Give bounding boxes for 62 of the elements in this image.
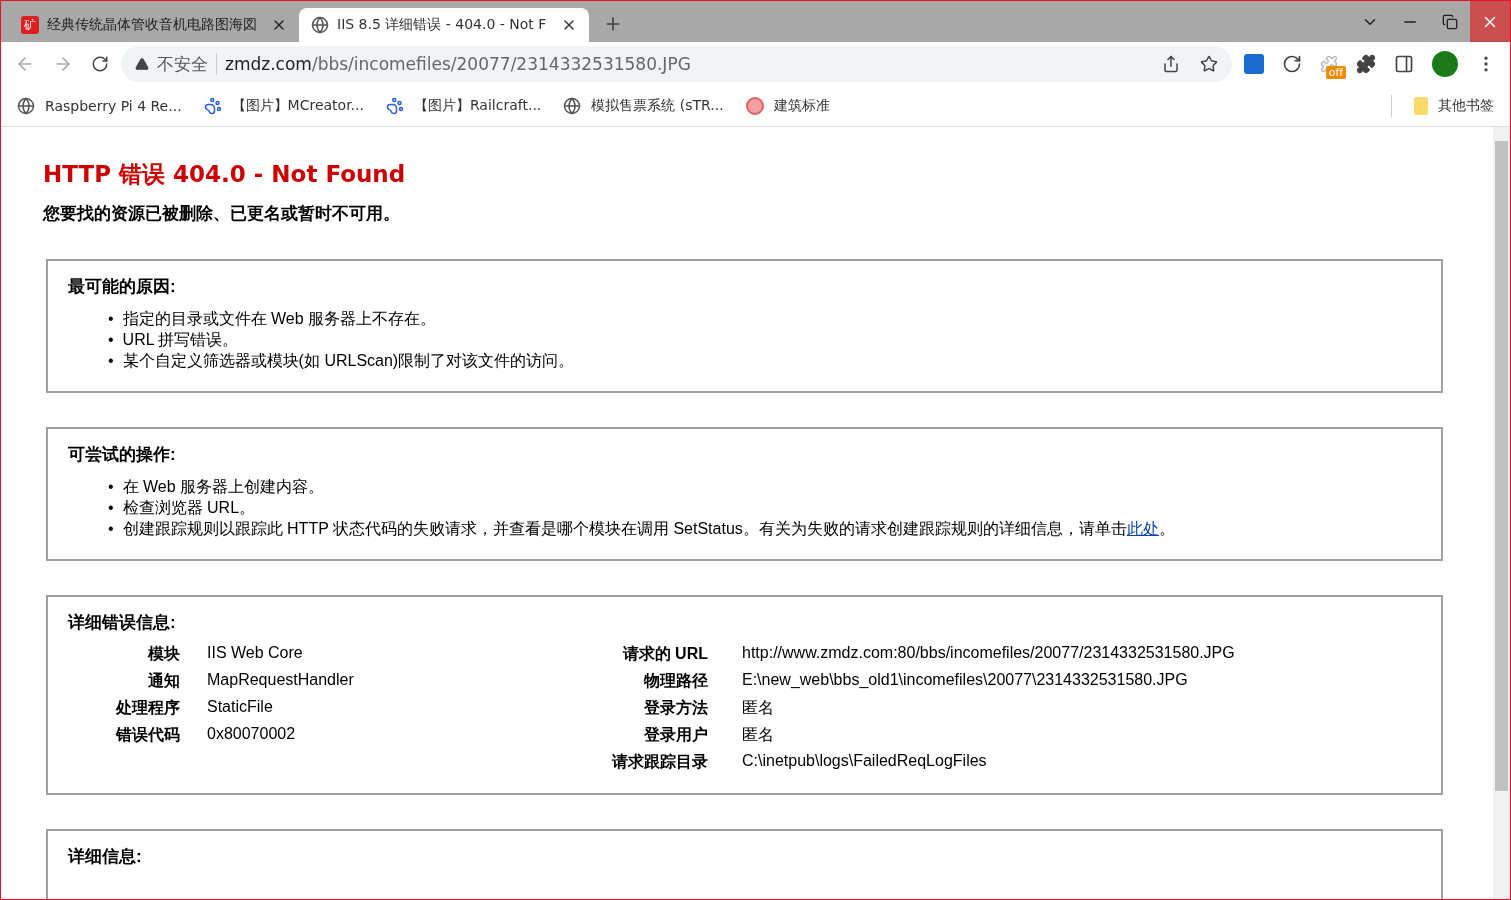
detail-label: 登录用户 bbox=[643, 725, 708, 745]
detail-label: 模块 bbox=[147, 644, 180, 664]
section-heading: 最可能的原因: bbox=[68, 276, 177, 298]
tab-title: 经典传统晶体管收音机电路图海図 bbox=[47, 16, 258, 34]
list-item: 检查浏览器 URL。 bbox=[122, 498, 256, 518]
bullet: • bbox=[108, 477, 114, 497]
detail-value: IIS Web Core bbox=[207, 644, 304, 663]
detail-value: http://www.zmdz.com:80/bbs/incomefiles/20077/2314332531580.JPG bbox=[742, 644, 1236, 663]
detail-value: StaticFile bbox=[207, 698, 274, 717]
detail-value: 匿名 bbox=[742, 725, 775, 745]
detail-value: C:\inetpub\logs\FailedReqLogFiles bbox=[742, 752, 988, 771]
site-favicon: 矿 bbox=[21, 16, 39, 34]
bullet: • bbox=[108, 330, 114, 350]
detail-label: 处理程序 bbox=[114, 698, 180, 718]
list-item: 在 Web 服务器上创建内容。 bbox=[122, 477, 325, 497]
bookmark[interactable]: Raspberry Pi 4 Re... bbox=[17, 97, 182, 115]
globe-icon bbox=[563, 97, 582, 115]
section-heading: 可尝试的操作: bbox=[68, 444, 177, 466]
section-heading: 详细信息: bbox=[68, 846, 143, 868]
folder-icon bbox=[1414, 97, 1428, 115]
list-item: URL 拼写错误。 bbox=[122, 330, 239, 350]
bullet: • bbox=[108, 309, 114, 329]
globe-icon bbox=[311, 16, 329, 34]
profile-avatar[interactable] bbox=[1432, 51, 1458, 77]
detail-label: 请求的 URL bbox=[621, 644, 708, 664]
error-title: HTTP 错误 404.0 - Not Found bbox=[43, 160, 407, 189]
bullet: • bbox=[108, 498, 114, 518]
security-label: 不安全 bbox=[157, 52, 208, 76]
address-bar[interactable]: 不安全 zmdz.com/bbs/incomefiles/20077/2314332531580.JPG bbox=[121, 46, 1232, 82]
paw-icon bbox=[385, 97, 404, 115]
detail-value: 匿名 bbox=[742, 698, 775, 718]
seal-icon bbox=[745, 97, 764, 115]
tab-title: IIS 8.5 详细错误 - 404.0 - Not F bbox=[337, 16, 548, 34]
detail-label: 请求跟踪目录 bbox=[610, 752, 708, 772]
error-subtitle: 您要找的资源已被删除、已更名或暂时不可用。 bbox=[43, 203, 401, 225]
browser-tab[interactable]: IIS 8.5 详细错误 - 404.0 - Not F bbox=[299, 8, 589, 42]
bookmark[interactable]: 模拟售票系统 (sTR... bbox=[563, 97, 724, 115]
detail-value: E:\new_web\bbs_old1\incomefiles\20077\2314332531580.JPG bbox=[742, 671, 1189, 690]
detail-value: MapRequestHandler bbox=[207, 671, 355, 690]
bookmark[interactable]: 建筑标准 bbox=[745, 97, 830, 115]
detail-label: 错误代码 bbox=[114, 725, 180, 745]
bullet: • bbox=[108, 519, 114, 539]
url-text: zmdz.com/bbs/incomefiles/20077/2314332531580.JPG bbox=[225, 54, 692, 74]
bookmark[interactable]: 【图片】Railcraft... bbox=[385, 97, 542, 115]
other-bookmarks[interactable]: 其他书签 bbox=[1414, 97, 1494, 115]
paw-icon bbox=[203, 97, 222, 115]
bookmark[interactable]: 【图片】MCreator... bbox=[203, 97, 364, 115]
globe-icon bbox=[17, 97, 35, 115]
warning-icon bbox=[135, 57, 149, 71]
here-link[interactable]: 此处 bbox=[1126, 520, 1159, 537]
list-item: 某个自定义筛选器或模块(如 URLScan)限制了对该文件的访问。 bbox=[122, 351, 575, 371]
scrollbar-thumb[interactable] bbox=[1495, 141, 1508, 791]
detail-label: 物理路径 bbox=[643, 671, 708, 691]
off-badge: off bbox=[1325, 66, 1346, 79]
browser-tab[interactable]: 矿 经典传统晶体管收音机电路图海図 bbox=[9, 8, 299, 42]
list-item: 指定的目录或文件在 Web 服务器上不存在。 bbox=[122, 309, 437, 329]
detail-label: 通知 bbox=[147, 671, 180, 691]
bullet: • bbox=[108, 351, 114, 371]
detail-value: 0x80070002 bbox=[207, 725, 297, 744]
list-item: 创建跟踪规则以跟踪此 HTTP 状态代码的失败请求，并查看是哪个模块在调用 SetStatus。有关为失败的请求创建跟踪规则的详细信息，请单击此处。 bbox=[122, 519, 1175, 539]
section-heading: 详细错误信息: bbox=[68, 612, 177, 634]
detail-label: 登录方法 bbox=[643, 698, 708, 718]
